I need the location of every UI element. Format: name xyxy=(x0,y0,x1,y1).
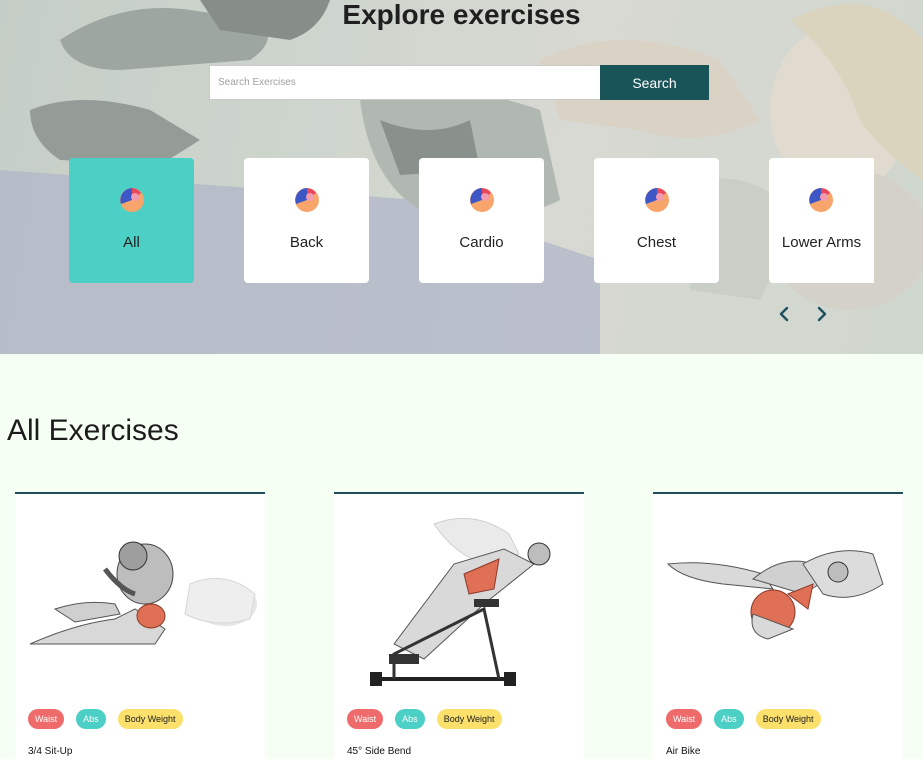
search-input[interactable] xyxy=(209,65,600,100)
category-card-all[interactable]: All xyxy=(69,158,194,283)
exercise-illustration xyxy=(370,517,551,686)
exercise-card[interactable]: Waist Abs Body Weight Air Bike xyxy=(653,492,903,759)
tag-body-part[interactable]: Waist xyxy=(347,709,384,729)
section-title: All Exercises xyxy=(7,414,179,447)
exercise-illustration xyxy=(666,550,884,640)
exercise-name: 3/4 Sit-Up xyxy=(28,746,73,757)
tag-equipment[interactable]: Body Weight xyxy=(755,709,821,729)
carousel-prev-button[interactable] xyxy=(774,304,794,324)
exercise-tags: Waist Abs Body Weight xyxy=(666,709,821,729)
tag-equipment[interactable]: Body Weight xyxy=(117,709,183,729)
body-part-icon xyxy=(119,188,144,212)
chevron-right-icon xyxy=(817,306,827,322)
category-label: Chest xyxy=(636,234,677,251)
category-card-back[interactable]: Back xyxy=(244,158,369,283)
page-title: Explore exercises xyxy=(342,0,581,30)
body-part-icon xyxy=(469,188,494,212)
body-part-icon xyxy=(644,188,669,212)
exercise-card[interactable]: Waist Abs Body Weight 45° Side Bend xyxy=(334,492,584,759)
category-card-lower-arms[interactable]: Lower Arms xyxy=(769,158,874,283)
category-card-cardio[interactable]: Cardio xyxy=(419,158,544,283)
body-part-icon xyxy=(809,188,833,212)
exercise-name: Air Bike xyxy=(666,746,701,757)
category-card-chest[interactable]: Chest xyxy=(594,158,719,283)
tag-target[interactable]: Abs xyxy=(395,709,425,729)
tag-body-part[interactable]: Waist xyxy=(666,709,703,729)
category-label: All xyxy=(123,234,140,251)
exercise-card[interactable]: Waist Abs Body Weight 3/4 Sit-Up xyxy=(15,492,265,759)
tag-target[interactable]: Abs xyxy=(76,709,106,729)
exercise-name: 45° Side Bend xyxy=(347,746,412,757)
tag-target[interactable]: Abs xyxy=(714,709,744,729)
exercise-tags: Waist Abs Body Weight xyxy=(347,709,502,729)
chevron-left-icon xyxy=(779,306,789,322)
search-button[interactable]: Search xyxy=(600,65,709,100)
search-bar: Search xyxy=(209,65,709,100)
exercise-tags: Waist Abs Body Weight xyxy=(28,709,183,729)
body-part-icon xyxy=(294,188,319,212)
carousel-next-button[interactable] xyxy=(812,304,832,324)
exercise-illustration xyxy=(29,541,257,645)
tag-body-part[interactable]: Waist xyxy=(28,709,65,729)
category-label: Back xyxy=(289,234,324,251)
category-label: Lower Arms xyxy=(781,234,862,251)
tag-equipment[interactable]: Body Weight xyxy=(436,709,502,729)
category-label: Cardio xyxy=(459,234,504,251)
